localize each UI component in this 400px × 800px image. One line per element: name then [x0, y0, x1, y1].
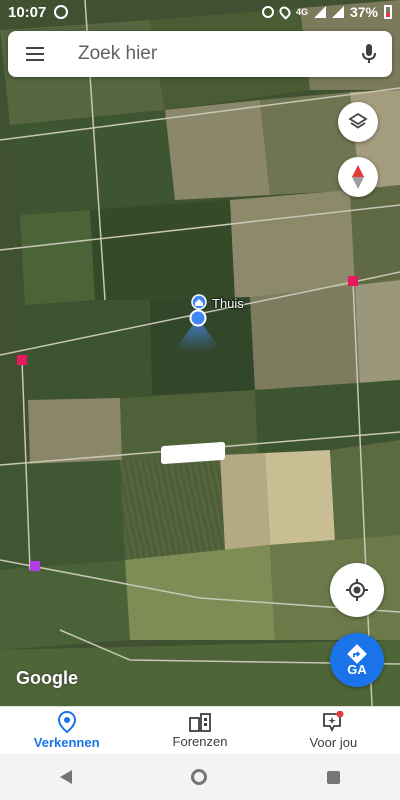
- my-location-button[interactable]: [330, 563, 384, 617]
- compass-icon: [352, 165, 364, 189]
- battery-percent: 37%: [349, 4, 378, 20]
- directions-label: GA: [347, 661, 367, 677]
- status-bar: 10:07 4G 37%: [0, 0, 400, 24]
- tab-for-you[interactable]: Voor jou: [267, 707, 400, 754]
- map-marker: [17, 355, 27, 365]
- place-label-home[interactable]: Thuis: [212, 296, 244, 311]
- tab-label: Voor jou: [309, 735, 358, 750]
- menu-icon[interactable]: [8, 31, 62, 77]
- my-location-icon: [346, 579, 368, 601]
- status-icons: 4G 37%: [261, 4, 392, 20]
- recent-apps-icon[interactable]: [327, 770, 341, 784]
- back-icon[interactable]: [59, 770, 72, 784]
- directions-icon: [347, 643, 367, 664]
- explore-pin-icon: [57, 711, 76, 733]
- signal-icon: [313, 6, 326, 18]
- network-type: 4G: [295, 7, 308, 17]
- bottom-navigation: Verkennen Forenzen Voor jou: [0, 706, 400, 754]
- map-marker: [30, 561, 40, 571]
- tab-commute[interactable]: Forenzen: [133, 707, 266, 754]
- layers-button[interactable]: [338, 102, 378, 142]
- battery-icon: [384, 5, 392, 19]
- tab-explore[interactable]: Verkennen: [0, 707, 133, 754]
- directions-button[interactable]: GA: [330, 633, 384, 687]
- alarm-icon: [261, 6, 274, 18]
- home-pin-icon: [191, 294, 207, 310]
- for-you-sparkle-icon: [323, 711, 344, 733]
- home-icon[interactable]: [191, 769, 208, 785]
- status-time: 10:07: [8, 3, 47, 21]
- map-marker: [348, 276, 358, 286]
- search-bar[interactable]: Zoek hier: [8, 31, 392, 77]
- search-input[interactable]: Zoek hier: [62, 43, 346, 65]
- commute-building-icon: [189, 713, 211, 732]
- tab-label: Verkennen: [33, 735, 100, 750]
- layers-icon: [348, 112, 368, 129]
- whatsapp-icon: [54, 5, 69, 19]
- signal-icon-2: [331, 6, 344, 18]
- tab-label: Forenzen: [172, 734, 228, 749]
- compass-button[interactable]: [338, 157, 378, 197]
- mic-icon[interactable]: [346, 31, 392, 77]
- location-icon: [277, 4, 293, 20]
- google-logo: Google: [16, 668, 78, 688]
- system-navigation-bar: [0, 754, 400, 800]
- my-location-dot: [189, 309, 207, 327]
